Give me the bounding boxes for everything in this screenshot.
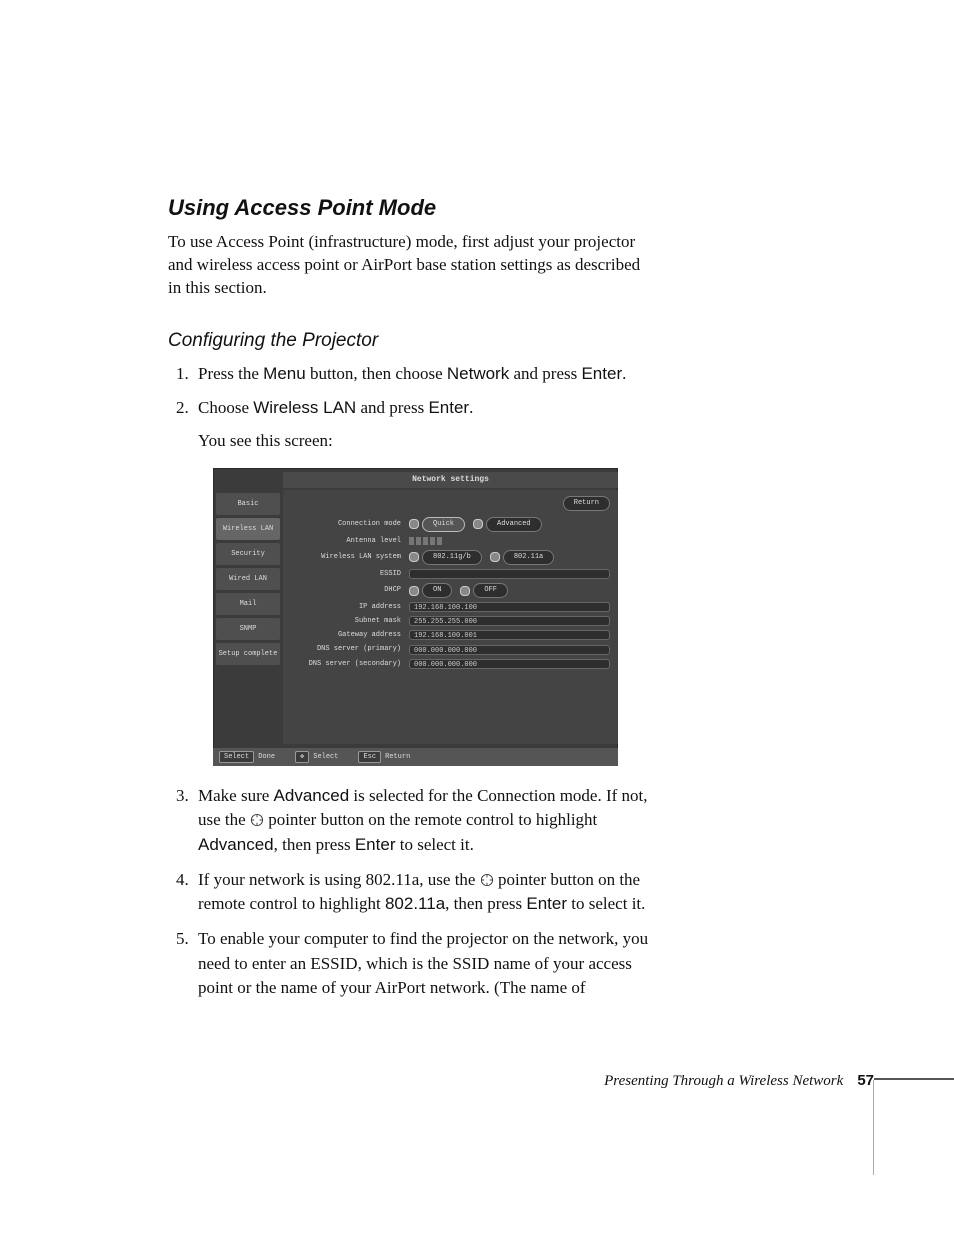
tab-basic[interactable]: Basic (216, 493, 280, 515)
option-advanced[interactable]: Advanced (486, 517, 542, 532)
radio-icon (409, 519, 419, 529)
label-wlan-system: Wireless LAN system (291, 552, 409, 562)
footer-return: Return (385, 753, 410, 761)
footer-page-number: 57 (857, 1072, 874, 1089)
label-gateway: Gateway address (291, 630, 409, 640)
screenshot-footer: Select Done ✥ Select Esc Return (213, 748, 618, 766)
network-label: Network (447, 364, 509, 383)
pointer-circle-icon (250, 813, 264, 827)
step-3: Make sure Advanced is selected for the C… (193, 784, 663, 858)
section-heading: Using Access Point Mode (168, 195, 779, 221)
radio-icon (473, 519, 483, 529)
ip-address-input[interactable]: 192.168.100.100 (409, 602, 610, 612)
pointer-circle-icon (480, 873, 494, 887)
label-dhcp: DHCP (291, 585, 409, 595)
footer-section-name: Presenting Through a Wireless Network (604, 1073, 843, 1089)
esc-key-icon: Esc (358, 751, 381, 763)
screenshot-sidebar: Basic Wireless LAN Security Wired LAN Ma… (213, 490, 283, 744)
option-dhcp-off[interactable]: OFF (473, 583, 508, 598)
radio-icon (409, 552, 419, 562)
tab-snmp[interactable]: SNMP (216, 618, 280, 640)
tab-wired-lan[interactable]: Wired LAN (216, 568, 280, 590)
page-footer: Presenting Through a Wireless Network 57 (604, 1072, 874, 1090)
label-ip-address: IP address (291, 602, 409, 612)
option-dhcp-on[interactable]: ON (422, 583, 452, 598)
dns-primary-input[interactable]: 000.000.000.000 (409, 645, 610, 655)
dns-secondary-input[interactable]: 000.000.000.000 (409, 659, 610, 669)
tab-security[interactable]: Security (216, 543, 280, 565)
radio-icon (490, 552, 500, 562)
label-subnet-mask: Subnet mask (291, 616, 409, 626)
footer-rule (874, 1078, 954, 1080)
subsection-heading: Configuring the Projector (168, 330, 779, 352)
option-802-11gb[interactable]: 802.11g/b (422, 550, 482, 565)
advanced-label: Advanced (274, 786, 350, 805)
tab-setup-complete[interactable]: Setup complete (216, 643, 280, 665)
radio-icon (409, 586, 419, 596)
label-connection-mode: Connection mode (291, 519, 409, 529)
radio-icon (460, 586, 470, 596)
dpad-key-icon: ✥ (295, 751, 309, 763)
step-4: If your network is using 802.11a, use th… (193, 868, 663, 917)
antenna-bars-icon (409, 537, 442, 545)
you-see-this-screen: You see this screen: (198, 429, 663, 454)
tab-mail[interactable]: Mail (216, 593, 280, 615)
subnet-mask-input[interactable]: 255.255.255.000 (409, 616, 610, 626)
advanced-label: Advanced (198, 835, 274, 854)
enter-label: Enter (428, 398, 469, 417)
label-essid: ESSID (291, 569, 409, 579)
option-802-11a[interactable]: 802.11a (503, 550, 554, 565)
steps-list: Press the Menu button, then choose Netwo… (168, 362, 663, 1001)
screenshot-main: Return Connection mode Quick Advanced An… (283, 490, 618, 744)
label-antenna-level: Antenna level (291, 536, 409, 546)
tab-wireless-lan[interactable]: Wireless LAN (216, 518, 280, 540)
footer-vertical-line (873, 1080, 874, 1175)
label-dns-primary: DNS server (primary) (291, 644, 409, 654)
label-dns-secondary: DNS server (secondary) (291, 659, 409, 669)
step-1: Press the Menu button, then choose Netwo… (193, 362, 663, 387)
enter-label: Enter (355, 835, 396, 854)
footer-done: Done (258, 753, 275, 761)
select-key-icon: Select (219, 751, 254, 763)
wireless-lan-label: Wireless LAN (253, 398, 356, 417)
document-page: Using Access Point Mode To use Access Po… (0, 0, 954, 1235)
projector-menu-screenshot: Network settings Basic Wireless LAN Secu… (213, 468, 618, 766)
intro-paragraph: To use Access Point (infrastructure) mod… (168, 231, 648, 300)
screenshot-title: Network settings (283, 472, 618, 488)
gateway-input[interactable]: 192.168.100.001 (409, 630, 610, 640)
step-5: To enable your computer to find the proj… (193, 927, 663, 1001)
essid-input[interactable] (409, 569, 610, 579)
footer-select: Select (313, 753, 338, 761)
enter-label: Enter (526, 894, 567, 913)
step-2: Choose Wireless LAN and press Enter. You… (193, 396, 663, 765)
return-button[interactable]: Return (563, 496, 610, 511)
enter-label: Enter (581, 364, 622, 383)
protocol-label: 802.11a (385, 894, 445, 913)
option-quick[interactable]: Quick (422, 517, 465, 532)
menu-label: Menu (263, 364, 306, 383)
